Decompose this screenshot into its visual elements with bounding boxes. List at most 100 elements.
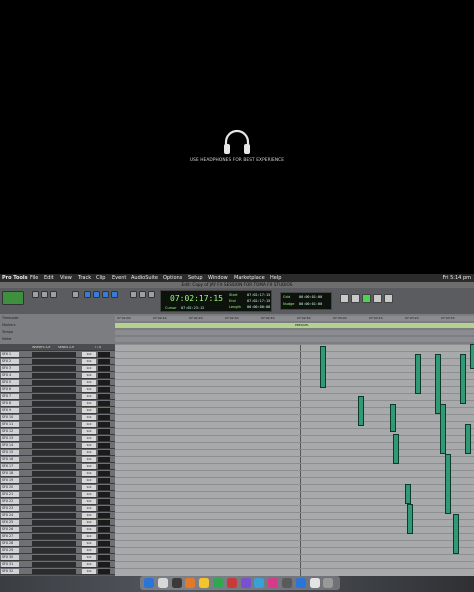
track-io[interactable]	[32, 436, 76, 441]
track-row[interactable]: SFX 26 0.0	[0, 526, 115, 533]
track-name[interactable]: SFX 4	[1, 373, 19, 378]
track-io[interactable]	[32, 415, 76, 420]
menu-marketplace[interactable]: Marketplace	[234, 274, 265, 282]
dock-app-icon[interactable]	[226, 578, 237, 588]
track-name[interactable]: SFX 6	[1, 387, 19, 392]
marker-label[interactable]: PREQUEL	[295, 323, 309, 327]
audio-clip[interactable]	[320, 346, 326, 388]
track-name[interactable]: SFX 15	[1, 450, 19, 455]
track-row[interactable]: SFX 7 0.0	[0, 393, 115, 400]
track-name[interactable]: SFX 19	[1, 478, 19, 483]
track-volume[interactable]: 0.0	[82, 359, 96, 364]
record-button[interactable]	[384, 294, 393, 303]
track-name[interactable]: SFX 29	[1, 548, 19, 553]
audio-clip[interactable]	[440, 404, 446, 454]
track-volume[interactable]: 0.0	[82, 394, 96, 399]
track-row[interactable]: SFX 5 0.0	[0, 379, 115, 386]
track-row[interactable]: SFX 14 0.0	[0, 442, 115, 449]
dock-app-icon[interactable]	[185, 578, 196, 588]
audio-clip[interactable]	[470, 344, 474, 369]
track-row[interactable]: SFX 21 0.0	[0, 491, 115, 498]
track-volume[interactable]: 0.0	[82, 520, 96, 525]
track-io[interactable]	[32, 541, 76, 546]
mode-buttons[interactable]	[2, 291, 24, 305]
track-name[interactable]: SFX 28	[1, 541, 19, 546]
dock-app-icon[interactable]	[157, 578, 168, 588]
track-volume[interactable]: 0.0	[82, 429, 96, 434]
audio-clip[interactable]	[460, 354, 466, 404]
audio-clip[interactable]	[415, 354, 421, 394]
track-volume[interactable]: 0.0	[82, 436, 96, 441]
track-row[interactable]: SFX 12 0.0	[0, 428, 115, 435]
zoom-tool-2[interactable]	[41, 291, 48, 298]
track-io[interactable]	[32, 352, 76, 357]
track-name[interactable]: SFX 10	[1, 415, 19, 420]
track-name[interactable]: SFX 18	[1, 471, 19, 476]
track-row[interactable]: SFX 24 0.0	[0, 512, 115, 519]
timecode-ruler[interactable]: 07:02:00 07:02:10 07:02:20 07:02:30 07:0…	[115, 316, 474, 321]
track-name[interactable]: SFX 2	[1, 359, 19, 364]
audio-clip[interactable]	[390, 404, 396, 432]
track-io[interactable]	[32, 513, 76, 518]
track-io[interactable]	[32, 401, 76, 406]
dock-app-icon[interactable]	[282, 578, 292, 588]
dock-app-icon[interactable]	[199, 578, 210, 588]
track-volume[interactable]: 0.0	[82, 352, 96, 357]
track-volume[interactable]: 0.0	[82, 408, 96, 413]
dock-app-icon[interactable]	[254, 578, 265, 588]
track-row[interactable]: SFX 17 0.0	[0, 463, 115, 470]
audio-clip[interactable]	[407, 504, 413, 534]
audio-clip[interactable]	[445, 454, 451, 514]
track-row[interactable]: SFX 8 0.0	[0, 400, 115, 407]
dock-app-icon[interactable]	[240, 578, 251, 588]
track-io[interactable]	[32, 366, 76, 371]
track-volume[interactable]: 0.0	[82, 401, 96, 406]
track-name[interactable]: SFX 32	[1, 569, 19, 574]
track-io[interactable]	[32, 548, 76, 553]
track-name[interactable]: SFX 23	[1, 506, 19, 511]
zoomer-tool[interactable]	[72, 291, 79, 298]
menu-view[interactable]: View	[60, 274, 72, 282]
track-io[interactable]	[32, 569, 76, 574]
track-volume[interactable]: 0.0	[82, 555, 96, 560]
track-volume[interactable]: 0.0	[82, 380, 96, 385]
track-name[interactable]: SFX 5	[1, 380, 19, 385]
track-volume[interactable]: 0.0	[82, 373, 96, 378]
audio-clip[interactable]	[453, 514, 459, 554]
track-row[interactable]: SFX 25 0.0	[0, 519, 115, 526]
menu-options[interactable]: Options	[163, 274, 182, 282]
menu-edit[interactable]: Edit	[44, 274, 54, 282]
menu-window[interactable]: Window	[208, 274, 228, 282]
dock-app-icon[interactable]	[268, 578, 279, 588]
track-name[interactable]: SFX 3	[1, 366, 19, 371]
zoom-tool[interactable]	[32, 291, 39, 298]
grabber-tool[interactable]	[102, 291, 109, 298]
end-value[interactable]: 07:02:17:15	[247, 299, 270, 303]
track-volume[interactable]: 0.0	[82, 443, 96, 448]
track-io[interactable]	[32, 429, 76, 434]
track-row[interactable]: SFX 27 0.0	[0, 533, 115, 540]
track-volume[interactable]: 0.0	[82, 464, 96, 469]
track-io[interactable]	[32, 380, 76, 385]
track-io[interactable]	[32, 443, 76, 448]
track-io[interactable]	[32, 471, 76, 476]
track-io[interactable]	[32, 506, 76, 511]
track-row[interactable]: SFX 2 0.0	[0, 358, 115, 365]
menu-file[interactable]: File	[30, 274, 38, 282]
track-name[interactable]: SFX 16	[1, 457, 19, 462]
meter-ruler[interactable]	[115, 337, 474, 342]
rewind-button[interactable]	[340, 294, 349, 303]
track-io[interactable]	[32, 478, 76, 483]
track-name[interactable]: SFX 27	[1, 534, 19, 539]
track-row[interactable]: SFX 10 0.0	[0, 414, 115, 421]
track-row[interactable]: SFX 15 0.0	[0, 449, 115, 456]
selector-tool[interactable]	[93, 291, 100, 298]
link-tool[interactable]	[148, 291, 155, 298]
track-row[interactable]: SFX 29 0.0	[0, 547, 115, 554]
menu-pro-tools[interactable]: Pro Tools	[2, 274, 28, 282]
track-row[interactable]: SFX 3 0.0	[0, 365, 115, 372]
length-value[interactable]: 00:00:00:00	[247, 305, 270, 309]
dock-app-icon[interactable]	[213, 578, 223, 588]
track-name[interactable]: SFX 30	[1, 555, 19, 560]
main-counter[interactable]: 07:02:17:15 Start End Length 07:02:17:15…	[160, 290, 272, 312]
